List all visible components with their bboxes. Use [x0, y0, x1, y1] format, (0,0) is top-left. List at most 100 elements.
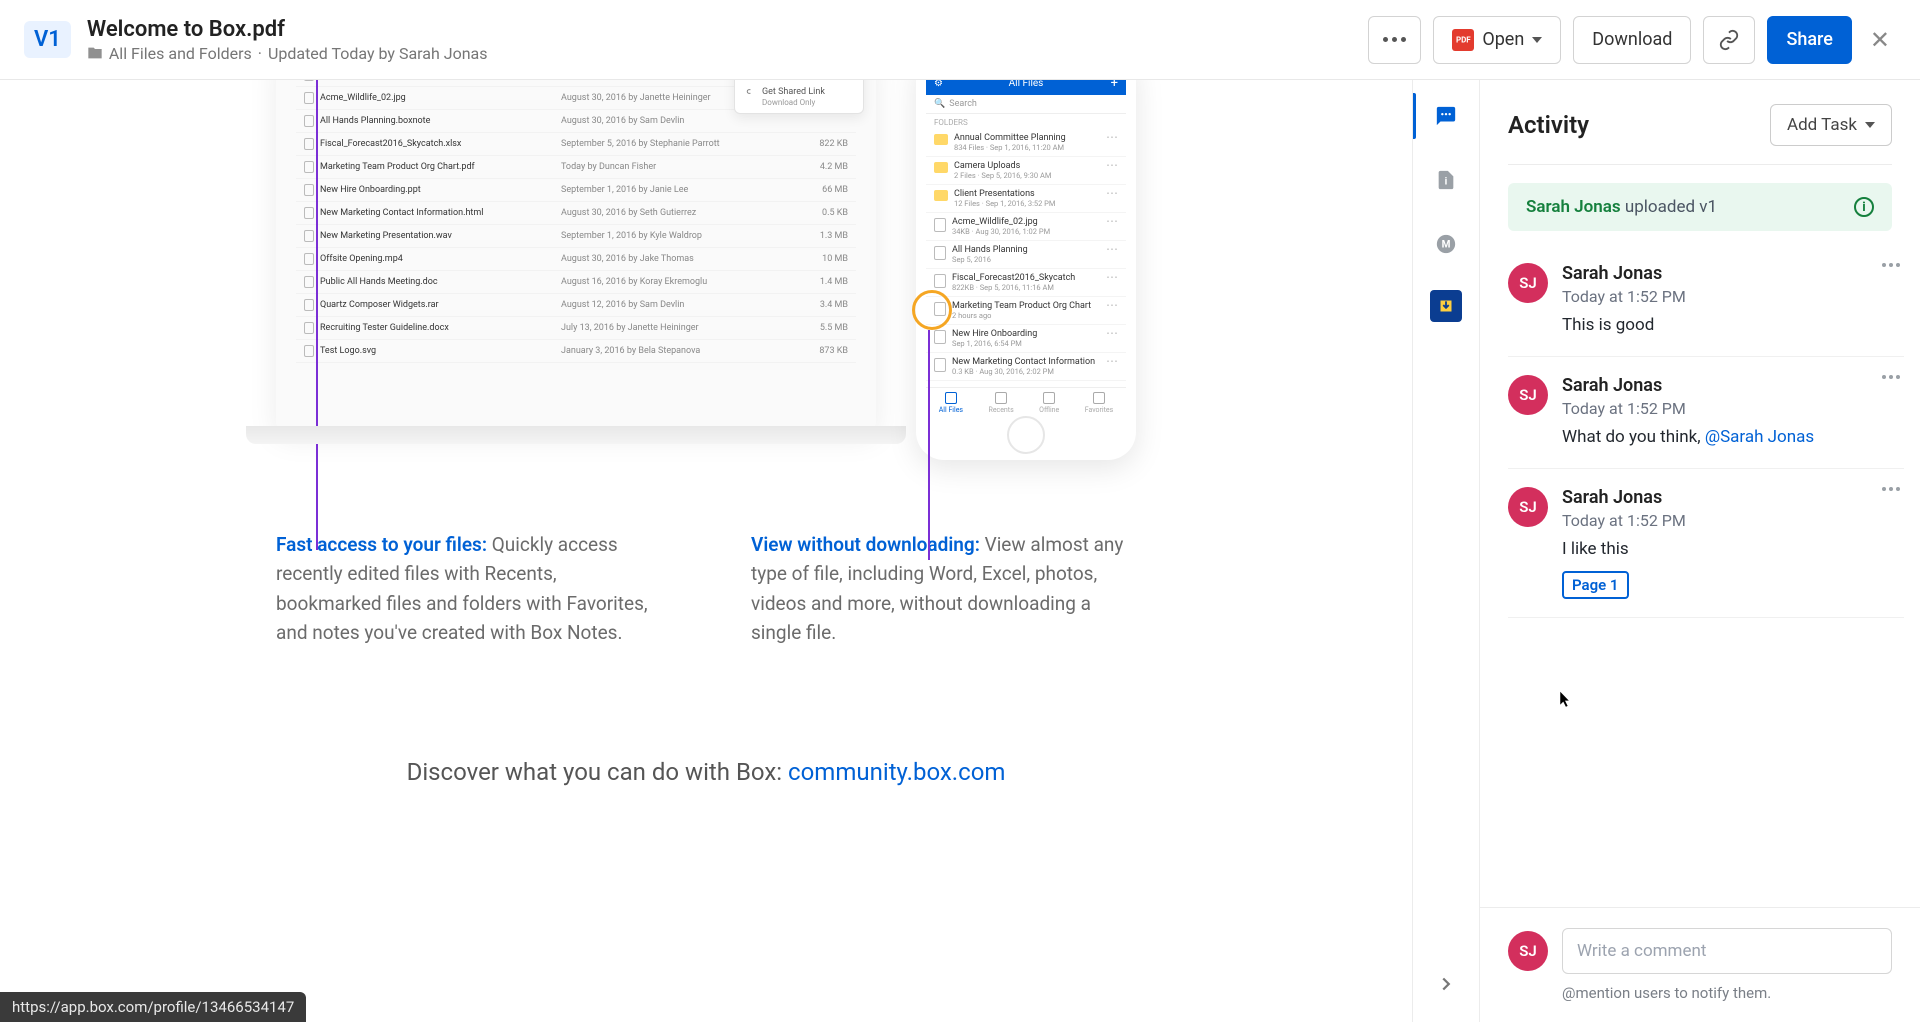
close-button[interactable]: ✕: [1864, 26, 1896, 54]
page-reference[interactable]: Page 1: [1562, 571, 1629, 599]
link-icon: [1718, 29, 1740, 51]
table-row: Recruiting Tester Guideline.docxJuly 13,…: [296, 317, 856, 340]
list-item: New Hire OnboardingSep 1, 2016, 6:54 PM⋯: [926, 325, 1126, 353]
chat-icon: [1435, 105, 1457, 127]
comment-item: SJ Sarah Jonas Today at 1:52 PM This is …: [1508, 245, 1904, 357]
avatar: SJ: [1508, 487, 1548, 527]
comment-more-button[interactable]: [1882, 263, 1900, 267]
avatar: SJ: [1508, 263, 1548, 303]
comment-composer: SJ @mention users to notify them.: [1480, 907, 1920, 1022]
table-row: Fiscal_Forecast2016_Skycatch.xlsxSeptemb…: [296, 133, 856, 156]
more-options-button[interactable]: [1368, 16, 1421, 64]
table-row: Test Logo.svgJanuary 3, 2016 by Bela Ste…: [296, 340, 856, 363]
list-item: Fiscal_Forecast2016_Skycatch822KB · Sep …: [926, 269, 1126, 297]
phone-mockup: ⚙All Files+ 🔍Search Folders Annual Commi…: [916, 80, 1136, 460]
feature-columns: Fast access to your files: Quickly acces…: [276, 530, 1136, 648]
rail-app[interactable]: [1430, 290, 1462, 322]
composer-avatar: SJ: [1508, 931, 1548, 971]
comment-more-button[interactable]: [1882, 375, 1900, 379]
version-badge[interactable]: V1: [24, 21, 71, 58]
highlight-circle-orange: [912, 290, 952, 330]
open-button[interactable]: Open: [1433, 16, 1561, 64]
discover-link[interactable]: community.box.com: [788, 758, 1005, 786]
guide-line-left: [316, 80, 318, 550]
header-actions: Open Download Share ✕: [1368, 16, 1896, 64]
mention-link[interactable]: @Sarah Jonas: [1705, 427, 1814, 447]
breadcrumb: All Files and Folders · Updated Today by…: [87, 44, 488, 63]
laptop-mockup: Invite Collaborators Edit and Comment Ge…: [276, 80, 876, 430]
metadata-icon: M: [1435, 233, 1457, 255]
col2-lead: View without downloading:: [751, 533, 980, 556]
table-row: Offsite Opening.mp4August 30, 2016 by Ja…: [296, 248, 856, 271]
breadcrumb-folder[interactable]: All Files and Folders: [109, 44, 252, 63]
upload-banner: Sarah Jonas uploaded v1 i: [1508, 183, 1892, 231]
comment-item: SJ Sarah Jonas Today at 1:52 PM What do …: [1508, 357, 1904, 469]
uploader-name[interactable]: Sarah Jonas: [1526, 197, 1621, 217]
file-title: Welcome to Box.pdf: [87, 17, 488, 42]
list-item: Client Presentations12 Files · Sep 1, 20…: [926, 185, 1126, 213]
rail-details[interactable]: i: [1428, 162, 1464, 198]
phone-tab: Recents: [989, 392, 1014, 414]
comment-author[interactable]: Sarah Jonas: [1562, 375, 1904, 396]
table-row: Public All Hands Meeting.docAugust 16, 2…: [296, 271, 856, 294]
header-bar: V1 Welcome to Box.pdf All Files and Fold…: [0, 0, 1920, 80]
rail-collapse[interactable]: [1428, 966, 1464, 1002]
chevron-down-icon: [1865, 122, 1875, 128]
comment-input[interactable]: [1562, 928, 1892, 974]
comment-author[interactable]: Sarah Jonas: [1562, 487, 1904, 508]
table-row: New Marketing Contact Information.htmlAu…: [296, 202, 856, 225]
ellipsis-icon: [1383, 37, 1406, 42]
header-left: V1 Welcome to Box.pdf All Files and Fold…: [24, 17, 488, 63]
col1-lead: Fast access to your files:: [276, 533, 487, 556]
comment-author[interactable]: Sarah Jonas: [1562, 263, 1904, 284]
info-icon[interactable]: i: [1854, 197, 1874, 217]
table-row: New Hire Onboarding.pptSeptember 1, 2016…: [296, 179, 856, 202]
comment-text: This is good: [1562, 314, 1904, 338]
list-item: Annual Committee Planning834 Files · Sep…: [926, 129, 1126, 157]
list-item: Acme_Wildlife_02.jpg34KB · Aug 30, 2016,…: [926, 213, 1126, 241]
svg-text:i: i: [1445, 177, 1448, 188]
composer-hint: @mention users to notify them.: [1562, 984, 1892, 1002]
svg-text:M: M: [1442, 240, 1451, 251]
share-button[interactable]: Share: [1767, 16, 1851, 64]
chevron-down-icon: [1532, 37, 1542, 43]
comment-time: Today at 1:52 PM: [1562, 511, 1904, 530]
document-icon: i: [1435, 169, 1457, 191]
comment-more-button[interactable]: [1882, 487, 1900, 491]
phone-tab: All Files: [939, 392, 963, 414]
preview-panel: Invite Collaborators Edit and Comment Ge…: [0, 80, 1412, 1022]
table-row: Quartz Composer Widgets.rarAugust 12, 20…: [296, 294, 856, 317]
file-meta: Welcome to Box.pdf All Files and Folders…: [87, 17, 488, 63]
app-icon: [1435, 295, 1457, 317]
upload-action-text: uploaded v1: [1621, 197, 1717, 217]
share-dropdown-mockup: Invite Collaborators Edit and Comment Ge…: [734, 80, 864, 114]
rail-metadata[interactable]: M: [1428, 226, 1464, 262]
feature-col-1: Fast access to your files: Quickly acces…: [276, 530, 661, 648]
folder-icon: [87, 45, 103, 61]
phone-tab: Favorites: [1085, 392, 1114, 414]
rail-activity[interactable]: [1428, 98, 1464, 134]
divider: [1508, 164, 1892, 165]
activity-header: Activity Add Task: [1480, 80, 1920, 164]
table-row: New Marketing Presentation.wavSeptember …: [296, 225, 856, 248]
avatar: SJ: [1508, 375, 1548, 415]
pdf-icon: [1452, 29, 1474, 51]
discover-text: Discover what you can do with Box:: [407, 758, 788, 786]
phone-tab: Offline: [1039, 392, 1059, 414]
feature-col-2: View without downloading: View almost an…: [751, 530, 1136, 648]
discover-line: Discover what you can do with Box: commu…: [246, 758, 1166, 786]
list-item: Marketing Team Product Org Chart2 hours …: [926, 297, 1126, 325]
activity-panel: Activity Add Task Sarah Jonas uploaded v…: [1480, 80, 1920, 1022]
chevron-right-icon: [1435, 973, 1457, 995]
download-button[interactable]: Download: [1573, 16, 1691, 64]
copy-link-button[interactable]: [1703, 16, 1755, 64]
open-label: Open: [1482, 29, 1524, 50]
breadcrumb-sep: ·: [258, 44, 262, 63]
guide-line-right: [928, 330, 930, 560]
comment-time: Today at 1:52 PM: [1562, 287, 1904, 306]
comment-text: What do you think, @Sarah Jonas: [1562, 426, 1904, 450]
status-bar-url: https://app.box.com/profile/13466534147: [0, 992, 306, 1022]
add-task-button[interactable]: Add Task: [1770, 104, 1892, 146]
activity-heading: Activity: [1508, 111, 1589, 139]
activity-feed: SJ Sarah Jonas Today at 1:52 PM This is …: [1480, 239, 1920, 907]
